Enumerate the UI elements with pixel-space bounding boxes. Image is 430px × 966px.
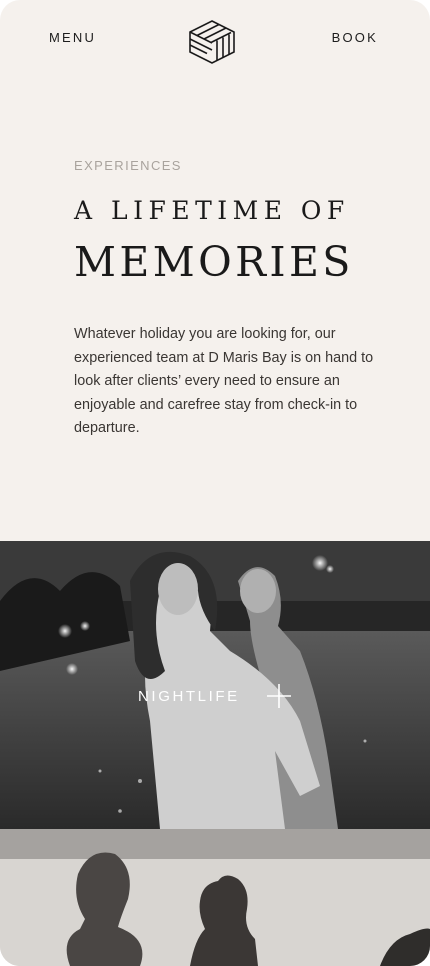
nightlife-card[interactable]: NIGHTLIFE <box>0 541 430 829</box>
site-header: MENU BOOK <box>0 0 430 80</box>
nightlife-label: NIGHTLIFE <box>138 688 240 705</box>
book-button[interactable]: BOOK <box>332 30 378 45</box>
intro-paragraph: Whatever holiday you are looking for, ou… <box>74 326 374 436</box>
couple-photo <box>0 829 430 966</box>
section-eyebrow: EXPERIENCES <box>74 158 182 173</box>
couple-card[interactable] <box>0 829 430 966</box>
headline-line-1: A LIFETIME OF <box>74 196 350 225</box>
cube-logo-icon[interactable] <box>187 19 237 65</box>
menu-button[interactable]: MENU <box>49 30 96 45</box>
headline-line-2: MEMORIES <box>74 238 354 286</box>
nightlife-photo <box>0 541 430 829</box>
plus-icon[interactable] <box>266 683 292 709</box>
phone-screen: MENU BOOK EXPERIENCES A LIFETIME OF MEMO… <box>0 0 430 966</box>
